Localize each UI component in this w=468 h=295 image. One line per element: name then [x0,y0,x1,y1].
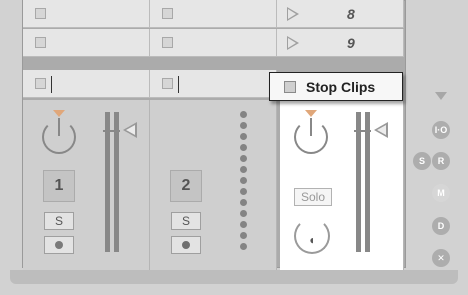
pan-indicator-icon [53,110,65,117]
cue-volume-knob[interactable] [294,218,330,254]
chevron-down-icon[interactable] [435,92,447,100]
sends-toggle-button[interactable]: S [413,152,431,170]
clip-slot[interactable] [23,29,150,57]
scene-launch-icon[interactable] [287,36,299,50]
scene-launch-icon[interactable] [287,7,299,21]
mixer-toggle-button[interactable]: M [432,184,450,202]
track-stop-button[interactable] [162,78,173,89]
track-stop-button[interactable] [35,78,46,89]
pan-indicator-icon [305,110,317,117]
solo-button[interactable]: S [44,212,74,230]
clip-stop-button[interactable] [35,8,46,19]
stop-square-icon [284,80,296,93]
text-cursor [51,76,52,93]
solo-button[interactable]: S [171,212,201,230]
record-dot-icon [55,241,63,249]
scene-number: 8 [347,6,355,22]
clip-slot[interactable] [23,0,150,28]
track-strip-2: 2 S [150,100,277,270]
scene-slot[interactable]: 9 [277,29,404,57]
volume-meter-mark [103,130,120,132]
scene-number: 9 [347,35,355,51]
group-dots-divider [240,111,248,254]
clip-stop-button[interactable] [162,37,173,48]
tooltip-label: Stop Clips [306,78,376,95]
clip-slot[interactable] [150,0,277,28]
pan-knob[interactable] [294,118,328,154]
volume-meter [356,112,361,252]
master-strip: Solo [280,100,404,270]
delay-toggle-button[interactable]: D [432,217,450,235]
volume-meter [365,112,370,252]
monitor-button[interactable] [171,236,201,254]
pan-knob[interactable] [42,118,76,154]
returns-toggle-button[interactable]: R [432,152,450,170]
stop-clips-tooltip[interactable]: Stop Clips [269,72,403,101]
io-toggle-button[interactable]: I·O [432,121,450,139]
volume-meter-mark [354,130,371,132]
track-activator[interactable]: 1 [43,170,75,202]
volume-fader-arrow-icon[interactable] [123,122,137,138]
volume-meter [105,112,110,252]
master-solo-button[interactable]: Solo [294,188,332,206]
session-mixer-panel: 8 9 1 S 2 S Solo ◖ Stop Clips I·O S R M … [0,0,468,295]
clip-stop-button[interactable] [162,8,173,19]
arm-button[interactable] [44,236,74,254]
volume-meter [114,112,119,252]
track-activator[interactable]: 2 [170,170,202,202]
track-strip-1: 1 S [23,100,150,270]
clock-icon [182,241,190,249]
crossfader-toggle-button[interactable]: ✕ [432,249,450,267]
clip-stop-button[interactable] [35,37,46,48]
clip-slot[interactable] [150,29,277,57]
track-stop-slot[interactable] [150,70,277,98]
track-stop-slot[interactable] [23,70,150,98]
text-cursor [178,76,179,93]
scene-slot[interactable]: 8 [277,0,404,28]
volume-fader-arrow-icon[interactable] [374,122,388,138]
